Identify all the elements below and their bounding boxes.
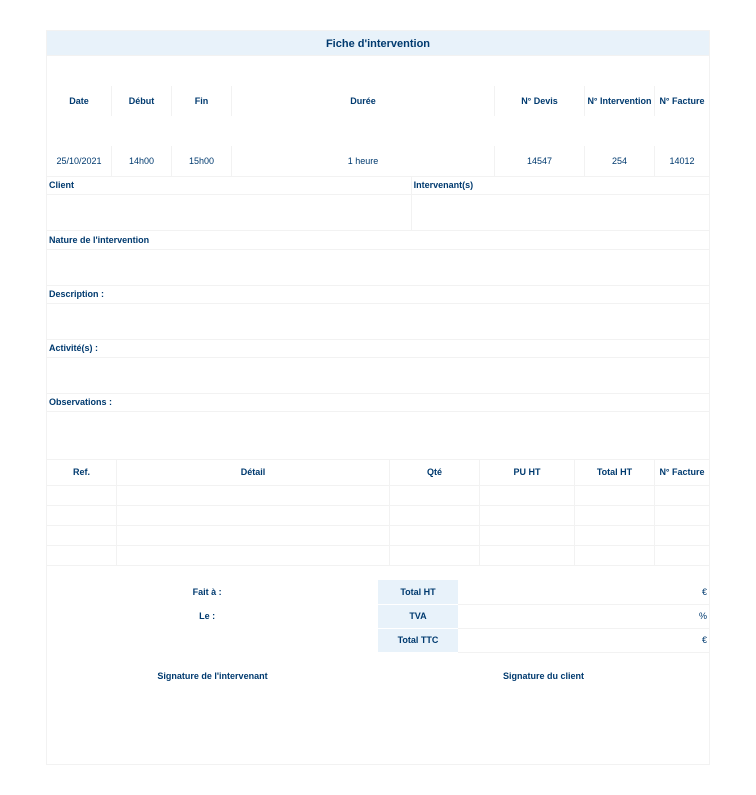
th-devis: N° Devis [495, 86, 585, 116]
tva-label: TVA [378, 604, 458, 628]
sections-table: Nature de l'intervention Description : A… [46, 231, 710, 460]
th-debut: Début [112, 86, 172, 116]
le-label: Le : [47, 604, 368, 628]
th-item-facture: N° Facture [655, 460, 710, 486]
nature-label: Nature de l'intervention [47, 231, 710, 249]
observations-label: Observations : [47, 393, 710, 411]
items-table: Ref. Détail Qté PU HT Total HT N° Factur… [46, 460, 710, 567]
td-devis: 14547 [495, 146, 585, 176]
td-duree: 1 heure [232, 146, 495, 176]
description-label: Description : [47, 285, 710, 303]
intervenant-label: Intervenant(s) [411, 177, 709, 195]
page-title: Fiche d'intervention [46, 30, 710, 56]
footer-table: Fait à : Total HT € TVA % Total TTC € Le… [46, 566, 710, 765]
nature-value [47, 249, 710, 285]
td-date: 25/10/2021 [47, 146, 112, 176]
signature-intervenant-box [47, 685, 378, 765]
tva-value: % [458, 604, 709, 628]
totals-table: Total HT € TVA % Total TTC € [378, 580, 709, 653]
total-ht-label: Total HT [378, 580, 458, 604]
fait-a-value [367, 580, 378, 604]
td-debut: 14h00 [112, 146, 172, 176]
activites-label: Activité(s) : [47, 339, 710, 357]
th-duree: Durée [232, 86, 495, 116]
signature-client-box [378, 685, 710, 765]
th-detail: Détail [117, 460, 390, 486]
td-facture: 14012 [655, 146, 710, 176]
observations-value [47, 411, 710, 459]
total-ttc-value: € [458, 628, 709, 652]
th-ref: Ref. [47, 460, 117, 486]
parties-table: Client Intervenant(s) [46, 177, 710, 232]
th-date: Date [47, 86, 112, 116]
client-label: Client [47, 177, 412, 195]
th-qte: Qté [390, 460, 480, 486]
table-row [47, 546, 710, 566]
intervenant-value [411, 195, 709, 231]
table-row [47, 506, 710, 526]
client-value [47, 195, 412, 231]
td-intervention: 254 [585, 146, 655, 176]
table-row [47, 526, 710, 546]
td-fin: 15h00 [172, 146, 232, 176]
activites-value [47, 357, 710, 393]
signature-client-label: Signature du client [378, 667, 710, 685]
th-puht: PU HT [480, 460, 575, 486]
th-totalht: Total HT [575, 460, 655, 486]
total-ttc-label: Total TTC [378, 628, 458, 652]
description-value [47, 303, 710, 339]
table-row [47, 486, 710, 506]
fait-a-label: Fait à : [47, 580, 368, 604]
le-value [367, 604, 378, 628]
th-intervention: N° Intervention [585, 86, 655, 116]
total-ht-value: € [458, 580, 709, 604]
header-table: Date Début Fin Durée N° Devis N° Interve… [46, 56, 710, 177]
signature-intervenant-label: Signature de l'intervenant [47, 667, 378, 685]
th-facture: N° Facture [655, 86, 710, 116]
th-fin: Fin [172, 86, 232, 116]
